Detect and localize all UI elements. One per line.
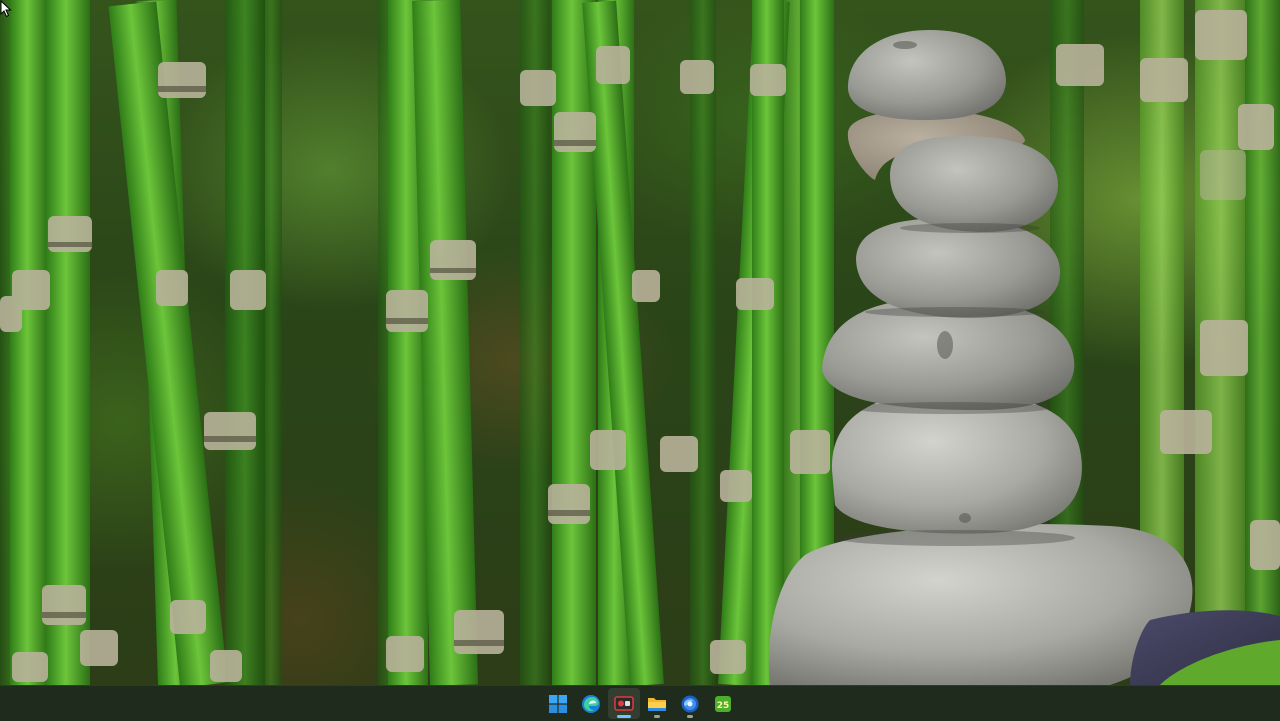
green-app-25-icon: 25 <box>715 695 731 712</box>
globe-browser-button[interactable] <box>674 688 706 719</box>
taskbar: 25 <box>0 685 1280 721</box>
mouse-cursor-icon <box>0 0 12 18</box>
windows-start-icon <box>549 694 567 713</box>
running-indicator <box>654 715 660 718</box>
active-indicator <box>617 715 631 718</box>
file-explorer-button[interactable] <box>641 688 673 719</box>
taskbar-app-list: 25 <box>542 688 739 719</box>
running-indicator <box>687 715 693 718</box>
start-button[interactable] <box>542 688 574 719</box>
app-25-button[interactable]: 25 <box>707 688 739 719</box>
edge-browser-icon <box>582 694 600 713</box>
screen-recorder-icon <box>614 695 634 711</box>
blue-globe-browser-icon <box>681 695 699 712</box>
edge-browser-button[interactable] <box>575 688 607 719</box>
screen-recorder-button[interactable] <box>608 688 640 719</box>
wallpaper-illustration <box>0 0 1280 685</box>
desktop-wallpaper <box>0 0 1280 685</box>
file-explorer-folder-icon <box>648 697 666 711</box>
app-25-badge: 25 <box>717 701 730 711</box>
